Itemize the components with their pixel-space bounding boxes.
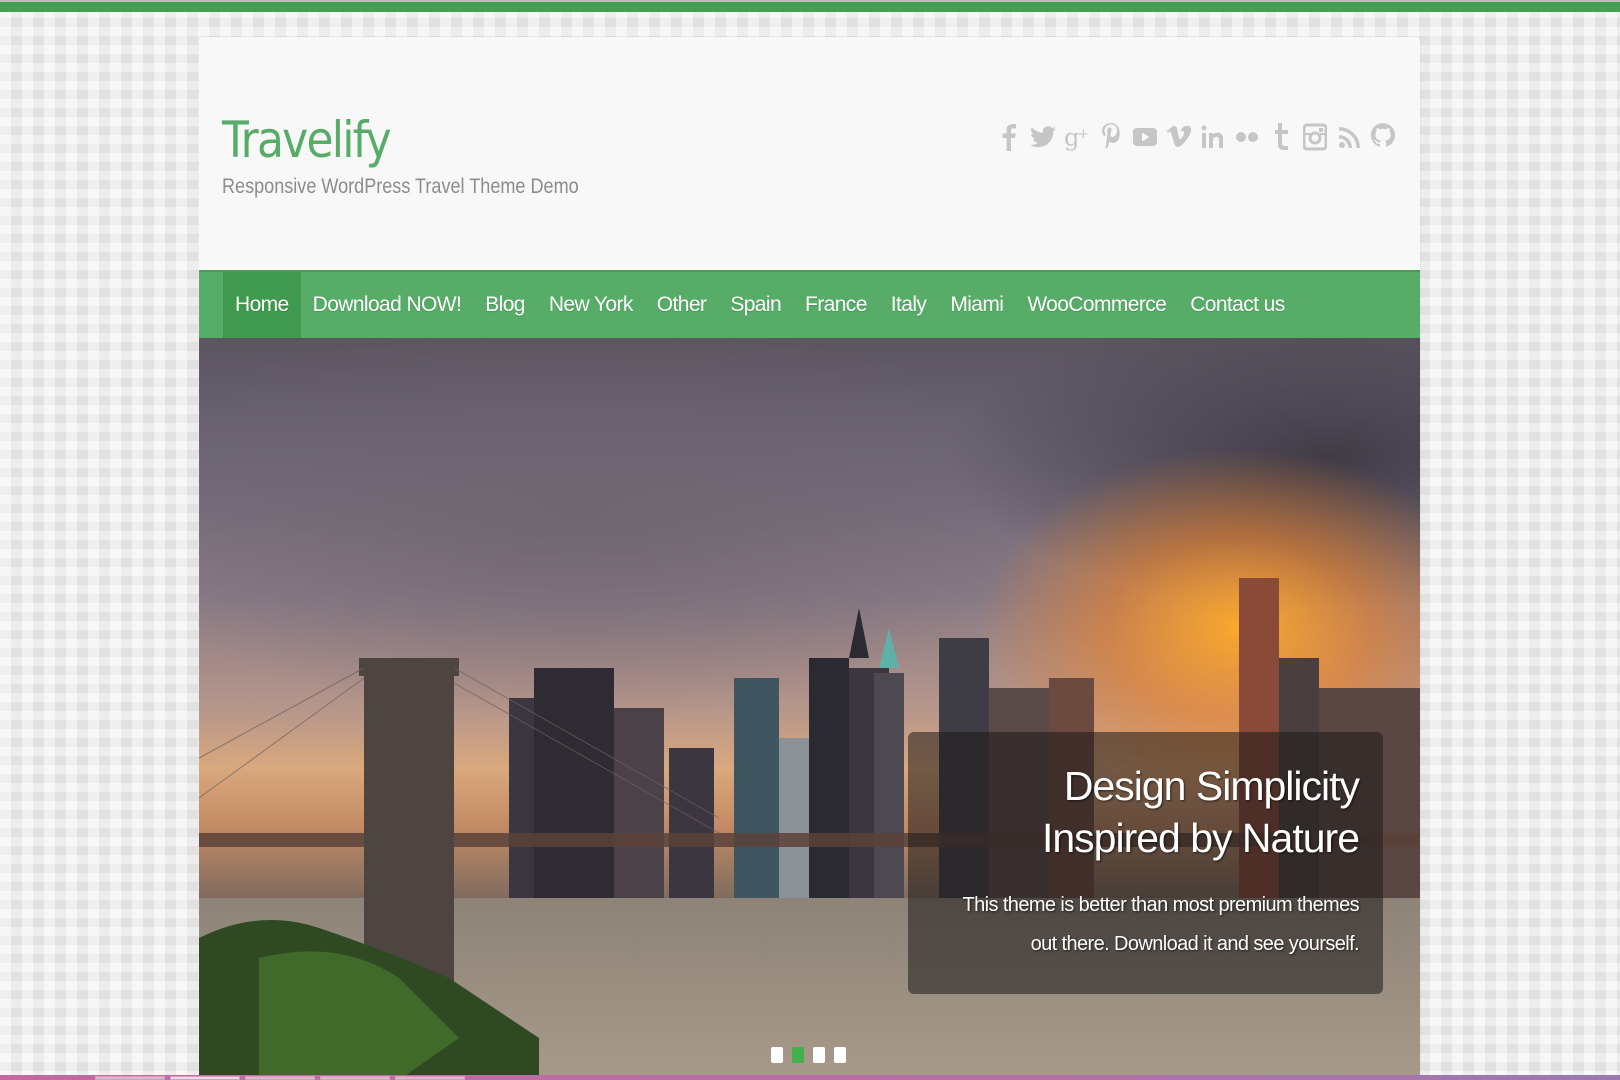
vimeo-icon[interactable] xyxy=(1166,121,1192,153)
nav-item-home[interactable]: Home xyxy=(223,272,301,338)
flickr-icon[interactable] xyxy=(1234,121,1260,153)
svg-text:+: + xyxy=(1078,127,1089,142)
nav-item-download-now[interactable]: Download NOW! xyxy=(301,272,474,338)
tumblr-icon[interactable] xyxy=(1268,121,1294,153)
slider-dot-1[interactable] xyxy=(771,1047,783,1063)
nav-item-france[interactable]: France xyxy=(793,272,879,338)
slide-caption-title: Design Simplicity Inspired by Nature xyxy=(1041,763,1360,861)
taskbar-button[interactable] xyxy=(95,1076,165,1080)
slide-caption: Design Simplicity Inspired by Nature Thi… xyxy=(908,732,1383,994)
youtube-icon[interactable] xyxy=(1132,121,1158,153)
slider-dot-3[interactable] xyxy=(813,1047,825,1063)
taskbar-button[interactable] xyxy=(170,1076,240,1080)
nav-item-other[interactable]: Other xyxy=(645,272,719,338)
taskbar-button[interactable] xyxy=(395,1076,465,1080)
slider-dot-2[interactable] xyxy=(792,1047,804,1063)
slider-pagination xyxy=(771,1047,846,1063)
github-icon[interactable] xyxy=(1370,121,1396,153)
social-links: g + xyxy=(996,121,1396,153)
branding: Travelify Responsive WordPress Travel Th… xyxy=(222,115,637,199)
taskbar-button[interactable] xyxy=(245,1076,315,1080)
slide-caption-text: This theme is better than most premium t… xyxy=(962,894,1360,955)
linkedin-icon[interactable] xyxy=(1200,121,1226,153)
site-description: Responsive WordPress Travel Theme Demo xyxy=(222,175,579,198)
page-container: Travelify Responsive WordPress Travel Th… xyxy=(199,37,1420,1080)
taskbar xyxy=(0,1075,1620,1080)
hero-slider[interactable]: Design Simplicity Inspired by Nature Thi… xyxy=(199,338,1420,1080)
slider-dot-4[interactable] xyxy=(834,1047,846,1063)
facebook-icon[interactable] xyxy=(996,121,1022,153)
nav-item-italy[interactable]: Italy xyxy=(879,272,939,338)
rss-icon[interactable] xyxy=(1336,121,1362,153)
nav-item-woocommerce[interactable]: WooCommerce xyxy=(1015,272,1178,338)
instagram-icon[interactable] xyxy=(1302,121,1328,153)
nav-item-contact-us[interactable]: Contact us xyxy=(1178,272,1296,338)
main-navigation: Home Download NOW! Blog New York Other S… xyxy=(199,270,1420,338)
site-title[interactable]: Travelify xyxy=(222,115,587,165)
nav-item-new-york[interactable]: New York xyxy=(537,272,645,338)
twitter-icon[interactable] xyxy=(1030,121,1056,153)
nav-item-miami[interactable]: Miami xyxy=(938,272,1015,338)
top-accent-bar xyxy=(0,0,1620,12)
google-plus-icon[interactable]: g + xyxy=(1064,121,1090,153)
nav-item-spain[interactable]: Spain xyxy=(718,272,793,338)
nav-item-blog[interactable]: Blog xyxy=(473,272,537,338)
taskbar-button[interactable] xyxy=(320,1076,390,1080)
pinterest-icon[interactable] xyxy=(1098,121,1124,153)
